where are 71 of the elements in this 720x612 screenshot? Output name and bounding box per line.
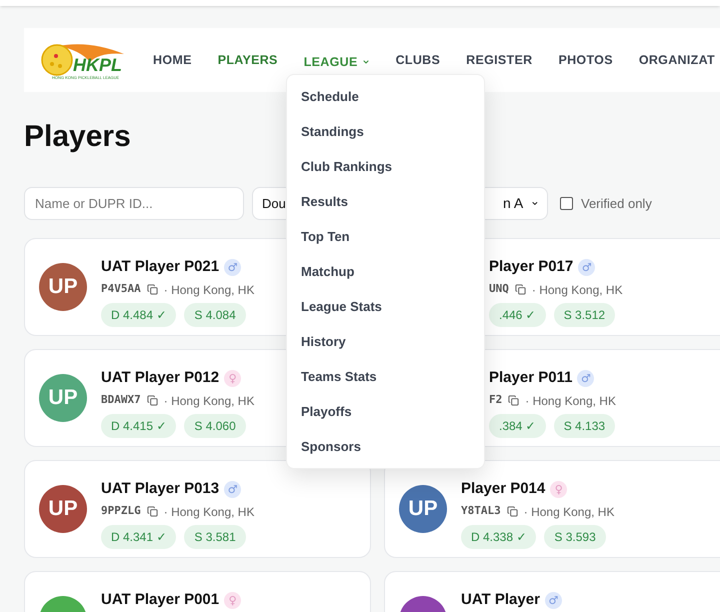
copy-icon[interactable]	[506, 506, 518, 517]
player-name[interactable]: Player P017	[489, 256, 574, 278]
dupr-id: UNQ	[489, 281, 509, 298]
avatar-initials: UP	[48, 385, 78, 412]
nav-link[interactable]: CLUBS	[382, 50, 454, 70]
doubles-rating: D 4.341 ✓	[101, 524, 176, 548]
player-card[interactable]: UP UAT Player P013 ♂ 9PPZLG · Hong Kong, HK D 4.341 ✓ S 3.581	[24, 460, 371, 558]
doubles-rating: D 4.338 ✓	[461, 524, 536, 548]
checkbox-label: Verified only	[581, 194, 652, 213]
gender-badge: ♀	[224, 592, 242, 609]
nav-link[interactable]: REGISTER	[453, 50, 546, 70]
player-name[interactable]: UAT Player P001	[101, 589, 220, 612]
player-card[interactable]: UAT Player P001 ♀	[24, 571, 371, 612]
dupr-id: F2	[489, 392, 502, 408]
singles-rating: S 3.593	[544, 524, 606, 548]
dupr-id: P4V5AA	[101, 281, 141, 298]
gender-badge: ♂	[224, 480, 242, 498]
singles-rating: S 4.133	[554, 414, 616, 438]
dupr-id: 9PPZLG	[101, 503, 141, 520]
dupr-id: BDAWX7	[101, 392, 141, 408]
player-name[interactable]: UAT Player P021	[101, 256, 220, 278]
gender-badge: ♀	[550, 480, 568, 498]
search-field[interactable]: Name or DUPR ID...	[24, 187, 244, 220]
gender-badge: ♂	[577, 370, 594, 387]
menu-item[interactable]: Schedule	[287, 79, 484, 114]
doubles-rating: D 4.484 ✓	[101, 302, 176, 326]
gender-badge: ♂	[224, 258, 242, 276]
dupr-id: Y8TAL3	[461, 503, 501, 520]
nav-link[interactable]: HOME	[140, 50, 205, 70]
player-name[interactable]: UAT Player P012	[101, 367, 220, 390]
player-card[interactable]: UAT Player ♂	[384, 571, 720, 612]
avatar-initials: UP	[48, 496, 78, 522]
player-location: · Hong Kong, HK	[525, 392, 616, 410]
copy-icon[interactable]	[146, 506, 158, 517]
player-location: · Hong Kong, HK	[524, 504, 614, 520]
player-card[interactable]: UP Player P014 ♀ Y8TAL3 · Hong Kong, HK D 4.338 ✓ S 3.593	[384, 460, 720, 558]
player-location: · Hong Kong, HK	[164, 504, 254, 520]
nav-link[interactable]: PLAYERS	[204, 50, 291, 70]
copy-icon[interactable]	[146, 395, 158, 406]
doubles-rating: .446 ✓	[489, 302, 546, 326]
player-location: · Hong Kong, HK	[532, 282, 623, 298]
copy-icon[interactable]	[508, 395, 520, 406]
caret-icon	[362, 58, 370, 66]
nav-link[interactable]: ORGANIZAT	[626, 50, 720, 70]
singles-rating: S 3.581	[184, 524, 246, 548]
singles-rating: S 3.512	[554, 302, 616, 326]
avatar-initials: UP	[48, 274, 78, 300]
player-location: · Hong Kong, HK	[164, 282, 254, 298]
gender-badge: ♂	[578, 258, 596, 276]
player-name[interactable]: UAT Player P013	[101, 478, 220, 500]
copy-icon[interactable]	[514, 284, 526, 295]
select-value: n A	[503, 194, 524, 213]
nav-link[interactable]: LEAGUE	[290, 52, 383, 72]
page-title: Players	[24, 122, 131, 152]
player-name[interactable]: Player P014	[461, 478, 546, 500]
singles-rating: S 4.084	[184, 302, 246, 326]
nav-link[interactable]: PHOTOS	[545, 50, 626, 70]
gender-badge: ♂	[544, 592, 562, 609]
menu-item[interactable]: Standings	[287, 114, 484, 149]
verified-checkbox[interactable]	[560, 197, 573, 210]
doubles-rating: .384 ✓	[489, 414, 546, 438]
menu-item[interactable]: Club Rankings	[287, 149, 484, 184]
doubles-rating: D 4.415 ✓	[101, 414, 176, 438]
copy-icon[interactable]	[146, 284, 158, 295]
player-name[interactable]: Player P011	[489, 367, 572, 390]
player-location: · Hong Kong, HK	[164, 392, 254, 410]
player-name[interactable]: UAT Player	[461, 589, 540, 612]
avatar-initials: UP	[408, 496, 438, 522]
singles-rating: S 4.060	[184, 414, 246, 438]
logo-text: HKPL	[73, 56, 122, 74]
gender-badge: ♀	[224, 370, 242, 387]
